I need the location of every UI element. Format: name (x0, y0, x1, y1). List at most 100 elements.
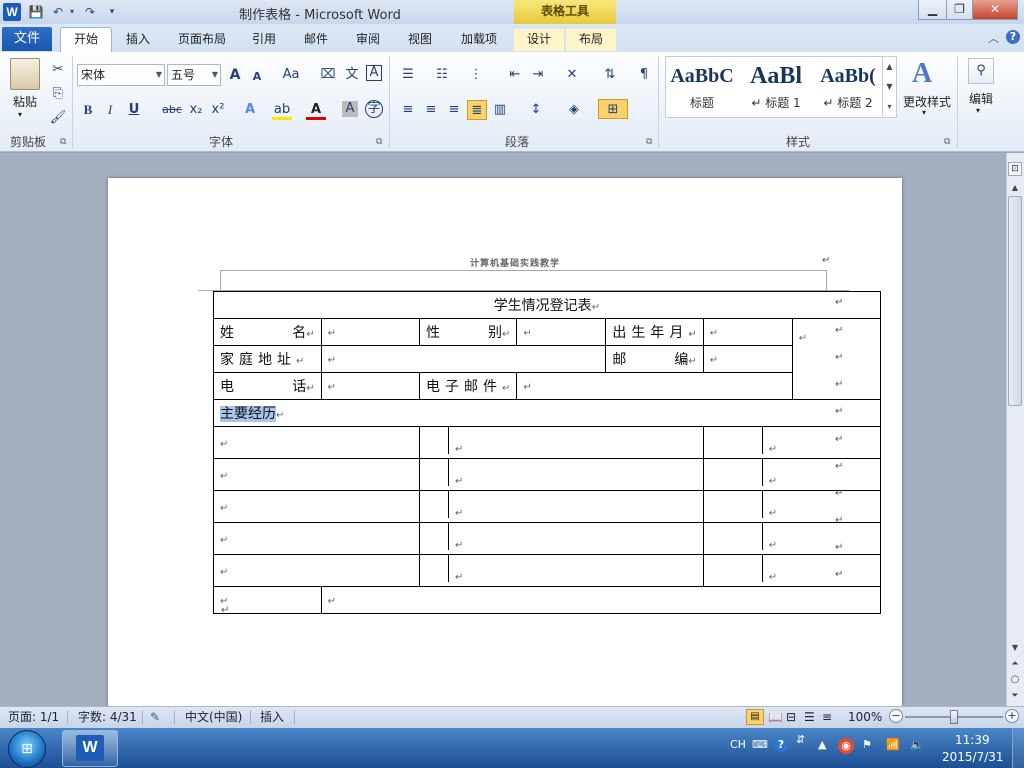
enclose-characters-icon[interactable]: 字 (365, 100, 383, 118)
zoom-out-button[interactable]: − (889, 709, 903, 723)
italic-button[interactable]: I (100, 100, 120, 120)
scroll-up-icon[interactable]: ▲ (1006, 180, 1024, 196)
history-cell[interactable]: ↵ (419, 426, 704, 459)
history-cell[interactable]: ↵ (213, 426, 420, 459)
character-border-icon[interactable]: A (366, 65, 382, 81)
underline-button[interactable]: U (124, 100, 144, 120)
tab-review[interactable]: 审阅 (348, 29, 388, 51)
borders-icon[interactable]: ⊞ (598, 99, 628, 119)
history-cell[interactable]: ↵ (419, 522, 704, 555)
shrink-font-icon[interactable]: A (247, 67, 267, 87)
email-value-cell[interactable]: ↵ (516, 372, 793, 400)
highlight-icon[interactable]: ab (272, 100, 292, 120)
previous-page-icon[interactable]: ⏶ (1006, 656, 1024, 672)
clear-formatting-icon[interactable]: ⌧ (318, 65, 338, 85)
language-indicator[interactable]: 中文(中国) (185, 707, 242, 727)
maximize-button[interactable]: ❐ (946, 0, 973, 20)
history-cell[interactable]: ↵ (419, 458, 704, 491)
help-icon[interactable]: ? (1006, 30, 1020, 44)
tab-table-layout[interactable]: 布局 (566, 29, 616, 51)
styles-scroll-icon[interactable]: ▲ ▼ ▾ (882, 57, 896, 117)
show-desktop-button[interactable] (1012, 728, 1024, 768)
gender-value-cell[interactable]: ↵ (516, 318, 607, 346)
align-left-icon[interactable]: ≡ (398, 100, 418, 120)
history-cell[interactable]: ↵ (702, 554, 881, 587)
zip-value-cell[interactable]: ↵ (702, 345, 793, 373)
name-label-cell[interactable]: 姓名↵ (213, 318, 322, 346)
history-cell[interactable]: ↵ (702, 522, 881, 555)
close-button[interactable]: ✕ (972, 0, 1018, 20)
tab-addins[interactable]: 加载项 (452, 29, 506, 51)
clock-time[interactable]: 11:39 (955, 733, 990, 747)
history-cell[interactable]: ↵ (419, 554, 704, 587)
grow-font-icon[interactable]: A (225, 65, 245, 85)
align-center-icon[interactable]: ≡ (421, 100, 441, 120)
clock-date[interactable]: 2015/7/31 (942, 750, 1004, 764)
minimize-ribbon-icon[interactable]: ︿ (988, 30, 999, 46)
email-label-cell[interactable]: 电子邮件↵ (418, 372, 518, 400)
style-title[interactable]: AaBbC 标题 (666, 58, 738, 114)
volume-icon[interactable]: 🔈 (910, 738, 924, 751)
paste-icon[interactable] (10, 58, 40, 90)
scroll-down-icon[interactable]: ▼ (1006, 640, 1024, 656)
bold-button[interactable]: B (78, 100, 98, 120)
history-cell[interactable]: ↵ (213, 490, 420, 523)
draft-view-icon[interactable]: ≡ (822, 707, 832, 727)
style-heading-2[interactable]: AaBb( ↵ 标题 2 (812, 58, 884, 114)
name-value-cell[interactable]: ↵ (320, 318, 421, 346)
scrollbar-thumb[interactable] (1008, 196, 1022, 406)
zoom-slider-thumb[interactable] (950, 710, 958, 724)
copy-icon[interactable]: ⎘ (48, 84, 68, 104)
paste-dropdown-icon[interactable]: ▾ (18, 110, 22, 119)
sort-icon[interactable]: ⇅ (600, 65, 620, 85)
last-row-cell[interactable]: ↵ (213, 586, 322, 614)
align-right-icon[interactable]: ≡ (444, 100, 464, 120)
zoom-level[interactable]: 100% (848, 707, 882, 727)
font-color-button[interactable]: A (306, 100, 326, 120)
show-formatting-marks-icon[interactable]: ¶ (634, 65, 654, 85)
history-cell[interactable]: ↵ (213, 554, 420, 587)
style-heading-1[interactable]: AaBl ↵ 标题 1 (740, 58, 812, 114)
ime-help-icon[interactable]: ? (774, 738, 788, 752)
outline-view-icon[interactable]: ☰ (804, 707, 815, 727)
phonetic-guide-icon[interactable]: 文 (342, 65, 362, 85)
format-painter-icon[interactable]: 🖌 (48, 108, 68, 128)
tab-references[interactable]: 引用 (244, 29, 284, 51)
action-center-flag-icon[interactable]: ⚑ (862, 738, 872, 751)
numbering-icon[interactable]: ☷ (432, 65, 452, 85)
increase-indent-icon[interactable]: ⇥ (528, 65, 548, 85)
history-cell[interactable]: ↵ (702, 426, 881, 459)
phone-value-cell[interactable]: ↵ (320, 372, 421, 400)
keyboard-icon[interactable]: ⌨ (752, 738, 768, 751)
styles-dialog-launcher-icon[interactable]: ⧉ (944, 137, 950, 147)
line-spacing-icon[interactable]: ↕ (526, 100, 546, 120)
ime-indicator[interactable]: CH (730, 738, 746, 751)
page-count[interactable]: 页面: 1/1 (8, 707, 59, 727)
decrease-indent-icon[interactable]: ⇤ (505, 65, 525, 85)
find-binoculars-icon[interactable]: ⚲ (968, 58, 994, 84)
history-cell[interactable]: ↵ (213, 458, 420, 491)
superscript-button[interactable]: x² (208, 100, 228, 120)
shading-icon[interactable]: ◈ (564, 100, 584, 120)
strikethrough-button[interactable]: abc (158, 100, 186, 120)
tab-home[interactable]: 开始 (60, 27, 112, 53)
table-title-cell[interactable]: 学生情况登记表↵ (213, 291, 881, 319)
zip-label-cell[interactable]: 邮编↵ (605, 345, 704, 373)
change-styles-button[interactable]: 更改样式 (900, 93, 954, 110)
gender-label-cell[interactable]: 性别↵ (418, 318, 518, 346)
font-size-combo[interactable]: 五号 ▼ (167, 64, 221, 86)
tab-page-layout[interactable]: 页面布局 (170, 29, 234, 51)
tab-mailings[interactable]: 邮件 (296, 29, 336, 51)
history-label-cell[interactable]: 主要经历 ↵ (213, 399, 881, 427)
history-cell[interactable]: ↵ (213, 522, 420, 555)
next-page-icon[interactable]: ⏷ (1006, 688, 1024, 704)
show-hidden-icons-icon[interactable]: ▲ (818, 738, 826, 751)
history-cell[interactable]: ↵ (702, 490, 881, 523)
browse-object-icon[interactable]: ○ (1006, 672, 1024, 688)
full-screen-reading-icon[interactable]: 📖 (768, 707, 783, 727)
network-icon[interactable]: 📶 (886, 738, 900, 751)
tab-table-design[interactable]: 设计 (514, 29, 564, 51)
phone-label-cell[interactable]: 电话↵ (213, 372, 322, 400)
clipboard-dialog-launcher-icon[interactable]: ⧉ (60, 137, 66, 147)
multilevel-list-icon[interactable]: ⋮ (466, 65, 486, 85)
